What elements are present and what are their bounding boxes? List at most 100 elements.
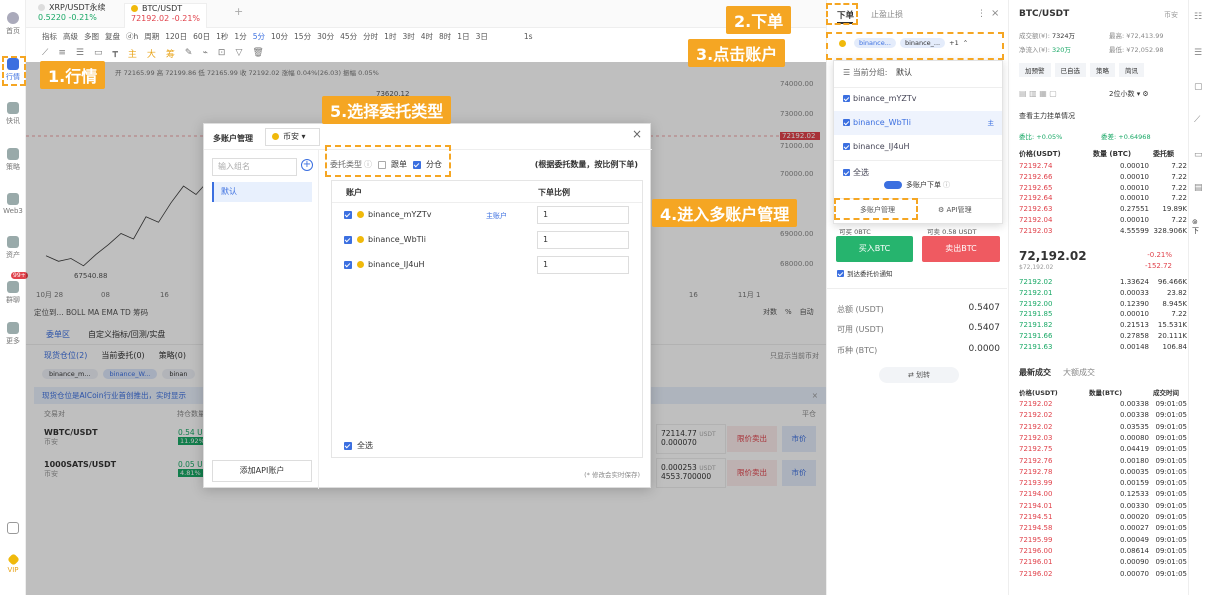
ruler-tool-icon[interactable]: ┳ (112, 48, 117, 58)
rail-strategy[interactable]: 策略 (0, 148, 26, 172)
ask-row[interactable]: 72192.65 0.00010 7.22 (1019, 183, 1189, 194)
trade-row[interactable]: 72192.03 0.00080 09:01:05 (1019, 433, 1189, 444)
trade-row[interactable]: 72192.78 0.00035 09:01:05 (1019, 467, 1189, 478)
toolbar-item[interactable]: 复盘 (105, 31, 120, 42)
order-side-icon[interactable]: ⊚ 下 (1192, 218, 1199, 236)
trade-row[interactable]: 72195.99 0.00049 09:01:05 (1019, 535, 1189, 546)
rail-home[interactable]: 首页 (0, 12, 26, 36)
magnet-tool-icon[interactable]: ⌁ (202, 48, 207, 58)
rect-tool-icon[interactable]: ▭ (94, 48, 103, 58)
add-api-button[interactable]: 添加API账户 (212, 460, 312, 482)
trade-row[interactable]: 72196.01 0.00090 09:01:05 (1019, 557, 1189, 568)
rail-device[interactable] (0, 522, 26, 536)
layout-icons[interactable]: ▤ ▥ ▦ ▢ (1019, 89, 1057, 98)
brush-tool-icon[interactable]: ✎ (185, 48, 193, 58)
toolbar-item[interactable]: 30分 (317, 31, 334, 42)
bid-row[interactable]: 72192.01 0.00033 23.82 (1019, 288, 1189, 299)
dropdown-account[interactable]: binance_mYZTv (834, 87, 1002, 111)
lock-tool-icon[interactable]: ⊡ (218, 48, 226, 58)
tab-btc[interactable]: BTC/USDT 72192.02 -0.21% (124, 3, 208, 28)
line-tool-icon[interactable]: ⟋ (42, 48, 48, 58)
toolbar-item[interactable]: 1秒 (216, 31, 228, 42)
trade-row[interactable]: 72192.02 0.00338 09:01:05 (1019, 410, 1189, 421)
toolbar-item[interactable]: 1分 (234, 31, 246, 42)
ask-row[interactable]: 72192.64 0.00010 7.22 (1019, 193, 1189, 204)
toolbar-item[interactable]: 5分 (253, 31, 265, 42)
group-name-input[interactable]: 输入组名 (212, 158, 297, 176)
add-tab-button[interactable]: + (234, 6, 243, 17)
ask-row[interactable]: 72192.66 0.00010 7.22 (1019, 172, 1189, 183)
toolbar-item[interactable]: 分时 (363, 31, 378, 42)
checkbox[interactable] (344, 441, 352, 450)
bid-row[interactable]: 72191.85 0.00010 7.22 (1019, 309, 1189, 320)
toolbar-item[interactable]: 1时 (384, 31, 396, 42)
text-tool-icon[interactable]: 主 (128, 47, 137, 60)
more-icon[interactable]: ⋮ (977, 9, 986, 19)
trade-row[interactable]: 72192.02 0.03535 09:01:05 (1019, 422, 1189, 433)
hline-tool-icon[interactable]: ≡ (58, 48, 66, 58)
trade-row[interactable]: 72194.00 0.12533 09:01:05 (1019, 489, 1189, 500)
buy-button[interactable]: 买入BTC (836, 236, 913, 262)
toolbar-icon[interactable]: ⟋ (1194, 115, 1200, 125)
close-icon[interactable]: × (632, 127, 642, 141)
trade-row[interactable]: 72194.58 0.00027 09:01:05 (1019, 523, 1189, 534)
ask-row[interactable]: 72192.63 0.27551 19.89K (1019, 204, 1189, 215)
ask-row[interactable]: 72192.03 4.55599 328.906K (1019, 226, 1189, 237)
dropdown-account[interactable]: binance_IJ4uH (834, 135, 1002, 159)
account-row[interactable]: binance_WbTli (344, 235, 426, 244)
checkbox[interactable] (344, 235, 352, 244)
rail-web3[interactable]: Web3 (0, 193, 26, 215)
ratio-input[interactable]: 1 (537, 231, 629, 249)
alert-button[interactable]: 加预警 (1019, 63, 1051, 77)
tab-large-trades[interactable]: 大额成交 (1063, 367, 1095, 378)
toolbar-item[interactable]: 45分 (340, 31, 357, 42)
toolbar-item[interactable]: 指标 (42, 31, 57, 42)
toolbar-icon[interactable]: ▭ (1194, 150, 1203, 160)
toolbar-icon[interactable]: ☰ (1194, 48, 1202, 58)
toolbar-item[interactable]: 周期 (144, 31, 159, 42)
toolbar-item[interactable]: 120日 (165, 31, 187, 42)
rail-assets[interactable]: 资产 (0, 236, 26, 260)
brief-button[interactable]: 简讯 (1119, 63, 1144, 77)
trade-row[interactable]: 72194.01 0.00330 09:01:05 (1019, 501, 1189, 512)
dropdown-account[interactable]: binance_WbTli 主 (834, 111, 1002, 135)
toolbar-item[interactable]: 10分 (271, 31, 288, 42)
chip-tool-icon[interactable]: 筹 (166, 47, 175, 60)
fib-tool-icon[interactable]: ☰ (76, 48, 84, 58)
toolbar-item[interactable]: 15分 (294, 31, 311, 42)
trade-row[interactable]: 72196.02 0.00070 09:01:05 (1019, 569, 1189, 580)
toolbar-icon[interactable]: ▢ (1194, 82, 1203, 92)
toolbar-item[interactable]: 3日 (476, 31, 488, 42)
sell-button[interactable]: 卖出BTC (922, 236, 1000, 262)
big-tool-icon[interactable]: 大 (147, 47, 156, 60)
ask-row[interactable]: 72192.04 0.00010 7.22 (1019, 215, 1189, 226)
notify-checkbox[interactable]: 到达委托价通知 (837, 268, 893, 278)
tab-xrp[interactable]: XRP/USDT永续 0.5220 -0.21% (38, 3, 106, 23)
trade-row[interactable]: 72192.75 0.04419 09:01:05 (1019, 444, 1189, 455)
toolbar-item[interactable]: 高级 (63, 31, 78, 42)
main-force-link[interactable]: 查看主力挂单情况 (1019, 111, 1075, 121)
toolbar-item[interactable]: 3时 (402, 31, 414, 42)
strategy-button[interactable]: 策略 (1090, 63, 1115, 77)
checkbox[interactable] (344, 260, 352, 269)
account-row[interactable]: binance_IJ4uH (344, 260, 425, 269)
group-item-default[interactable]: 默认 (212, 182, 312, 202)
bid-row[interactable]: 72191.66 0.27858 20.111K (1019, 331, 1189, 342)
trade-row[interactable]: 72196.00 0.08614 09:01:05 (1019, 546, 1189, 557)
toolbar-icon[interactable]: ▤ (1194, 183, 1203, 193)
trade-row[interactable]: 72192.02 0.00338 09:01:05 (1019, 399, 1189, 410)
bid-row[interactable]: 72192.02 1.33624 96.466K (1019, 277, 1189, 288)
multi-order-toggle[interactable]: 多账户下单 ⓘ (884, 180, 950, 190)
bid-row[interactable]: 72192.00 0.12390 8.945K (1019, 299, 1189, 310)
add-group-icon[interactable]: + (301, 159, 313, 171)
close-panel-icon[interactable]: × (991, 8, 999, 19)
decimal-select[interactable]: 2位小数 ▾ ⚙ (1109, 89, 1149, 99)
filter-tool-icon[interactable]: ▽ (235, 48, 242, 58)
ratio-input[interactable]: 1 (537, 206, 629, 224)
toolbar-item[interactable]: 多图 (84, 31, 99, 42)
rail-vip[interactable]: VIP (0, 553, 26, 574)
tab-tpsl[interactable]: 止盈止损 (871, 9, 903, 20)
account-row[interactable]: binance_mYZTv (344, 210, 431, 219)
rail-chat[interactable]: 群聊 (0, 281, 26, 305)
rail-news[interactable]: 快讯 (0, 102, 26, 126)
